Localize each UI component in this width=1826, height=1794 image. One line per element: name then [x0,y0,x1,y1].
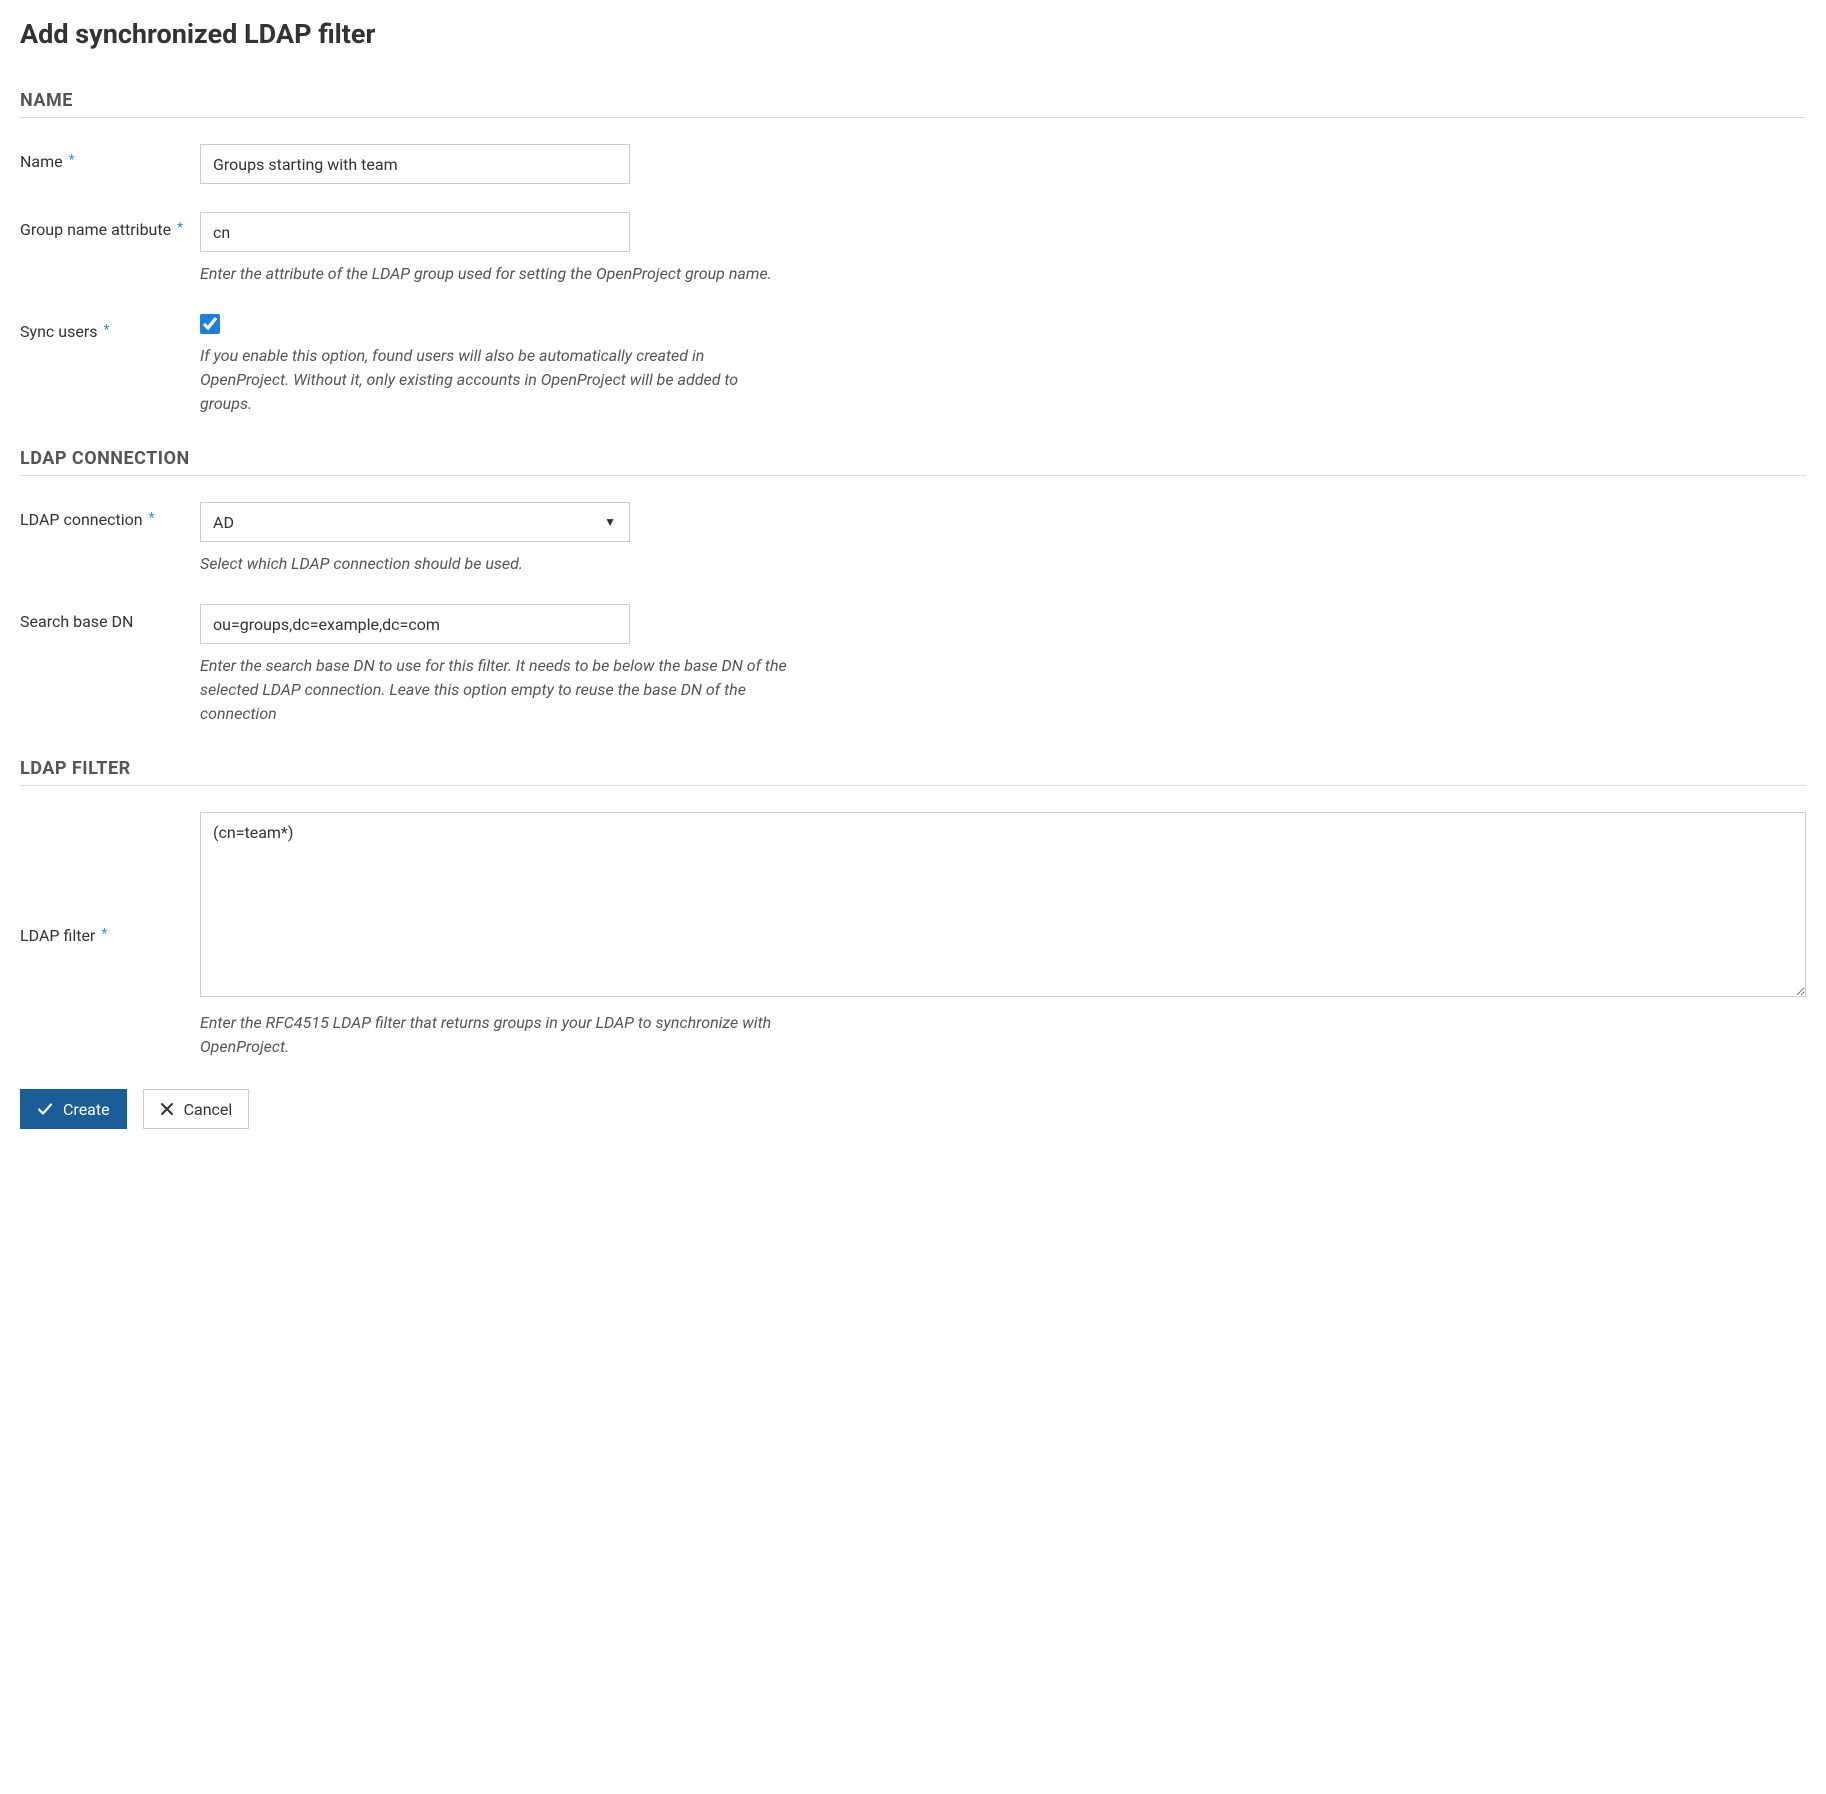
cancel-button[interactable]: Cancel [143,1089,250,1129]
sync-users-label-text: Sync users [20,322,98,341]
required-indicator: * [69,152,75,168]
section-header-ldap-filter: LDAP FILTER [20,758,1806,786]
required-indicator: * [103,322,109,338]
sync-users-label: Sync users * [20,314,200,341]
ldap-connection-label: LDAP connection * [20,502,200,529]
section-header-ldap-connection: LDAP CONNECTION [20,448,1806,476]
page-title: Add synchronized LDAP filter [20,18,1806,50]
ldap-filter-label: LDAP filter * [20,926,200,945]
sync-users-help: If you enable this option, found users w… [200,344,790,416]
search-base-dn-label: Search base DN [20,604,200,631]
search-base-dn-input[interactable] [200,604,630,644]
ldap-connection-label-text: LDAP connection [20,510,143,529]
required-indicator: * [101,926,107,942]
search-base-dn-label-text: Search base DN [20,612,133,631]
group-name-attribute-help: Enter the attribute of the LDAP group us… [200,262,790,286]
ldap-connection-select[interactable]: AD [200,502,630,542]
required-indicator: * [177,220,183,236]
check-icon [37,1101,53,1117]
cancel-button-label: Cancel [184,1100,233,1119]
ldap-filter-help: Enter the RFC4515 LDAP filter that retur… [200,1011,790,1059]
group-name-attribute-label-text: Group name attribute [20,220,171,239]
ldap-connection-help: Select which LDAP connection should be u… [200,552,790,576]
close-icon [160,1102,174,1116]
group-name-attribute-input[interactable] [200,212,630,252]
group-name-attribute-label: Group name attribute * [20,212,200,239]
ldap-filter-label-text: LDAP filter [20,926,95,945]
sync-users-checkbox[interactable] [200,314,220,334]
section-header-name: NAME [20,90,1806,118]
name-label-text: Name [20,152,63,171]
create-button[interactable]: Create [20,1089,127,1129]
name-input[interactable] [200,144,630,184]
create-button-label: Create [63,1100,110,1119]
search-base-dn-help: Enter the search base DN to use for this… [200,654,790,726]
ldap-filter-textarea[interactable] [200,812,1806,997]
required-indicator: * [149,510,155,526]
name-label: Name * [20,144,200,171]
